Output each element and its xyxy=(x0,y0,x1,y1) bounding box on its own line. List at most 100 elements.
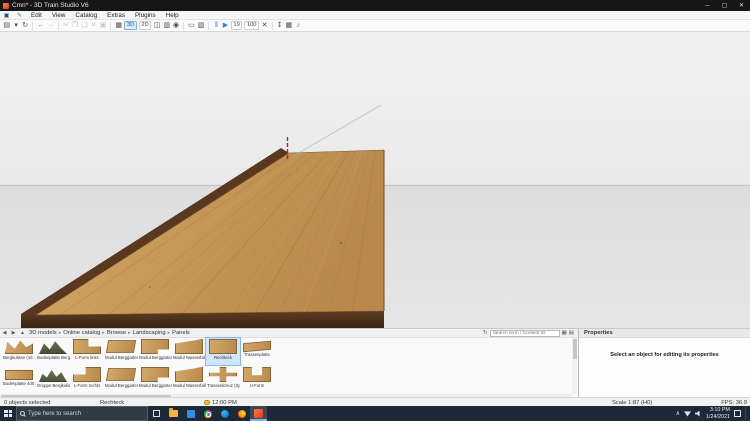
view-3d-button[interactable]: 3D xyxy=(124,21,137,30)
baseboard-3d-render[interactable] xyxy=(0,32,750,328)
breadcrumb-landscaping[interactable]: Landscaping xyxy=(131,330,168,336)
paste-button[interactable]: ❑ xyxy=(80,20,89,31)
catalog-item-label: Bergkulisse (16 ... xyxy=(3,355,36,360)
save-options-chevron-icon[interactable]: ▾ xyxy=(12,20,21,31)
catalog-item-thumbnail xyxy=(5,340,33,354)
catalog-item[interactable]: Modul Berggarten... xyxy=(104,338,138,365)
catalog-item[interactable]: U-Form xyxy=(240,366,274,393)
view-list-icon[interactable]: ▤ xyxy=(569,330,574,336)
properties-empty-message: Select an object for editing its propert… xyxy=(610,352,719,358)
menu-view[interactable]: View xyxy=(47,12,71,19)
catalog-item[interactable]: Gruppe Bergkulis... xyxy=(36,366,70,393)
catalog-refresh-icon[interactable]: ↻ xyxy=(483,330,488,336)
speed-low-button[interactable]: 19 xyxy=(230,21,243,30)
maximize-button[interactable]: ▢ xyxy=(716,0,733,11)
catalog-item-label: U-Form xyxy=(249,383,265,388)
minimize-button[interactable]: ─ xyxy=(699,0,716,11)
window-menu-icon[interactable]: ▣ xyxy=(0,12,13,19)
breadcrumb-3d-models[interactable]: 3D models xyxy=(27,330,59,336)
catalog-item-thumbnail xyxy=(175,367,203,382)
redo-button[interactable]: → xyxy=(46,20,56,31)
properties-header: Properties xyxy=(579,329,750,338)
catalog-row: Bodenplatte 400 x... Gruppe Bergkulis...… xyxy=(2,366,274,393)
catalog-vertical-scrollbar[interactable] xyxy=(572,338,577,394)
catalog-item[interactable]: Modul Wasserfall ... xyxy=(172,366,206,393)
catalog-item[interactable]: Modul Berggarten... xyxy=(138,366,172,393)
speed-high-button[interactable]: 100 xyxy=(244,21,260,30)
taskbar-chrome[interactable] xyxy=(199,406,216,421)
catalog-item[interactable]: Trassenkreuz (Spi... xyxy=(206,366,240,393)
tray-expand-caret-icon[interactable]: ∧ xyxy=(676,410,680,417)
task-view-button[interactable] xyxy=(148,406,165,421)
catalog-item-thumbnail xyxy=(243,367,271,382)
menu-edit[interactable]: Edit xyxy=(26,12,47,19)
catalog-item[interactable]: Modul Berggarten... xyxy=(138,338,172,365)
cut-button[interactable]: ✂ xyxy=(62,20,71,31)
catalog-item[interactable]: Bodenplatte Berg... xyxy=(36,338,70,365)
close-button[interactable]: ✕ xyxy=(733,0,750,11)
status-scale[interactable]: Scale 1:87 (H0) xyxy=(612,400,652,406)
volume-icon[interactable] xyxy=(695,410,700,417)
copy-button[interactable]: ❐ xyxy=(71,20,80,31)
view-grid-icon[interactable]: ▦ xyxy=(562,330,567,336)
catalog-item[interactable]: Trassenplatte xyxy=(240,338,274,365)
view-2d-button[interactable]: 2D xyxy=(138,21,152,30)
catalog-back-button[interactable]: ◀ xyxy=(0,330,9,336)
undo-button[interactable]: ← xyxy=(36,20,46,31)
system-tray: ∧ 3:10 PM 1/24/2021 xyxy=(676,406,750,421)
edit-pencil-icon[interactable]: ✎ xyxy=(13,12,26,19)
guide-line xyxy=(289,104,382,159)
catalog-search-input[interactable] xyxy=(489,329,560,337)
catalog-item[interactable]: Modul Berggarten... xyxy=(104,366,138,393)
window-titlebar: Cmn* - 3D Train Studio V6 ─ ▢ ✕ xyxy=(0,0,750,11)
download-button[interactable]: ↧ xyxy=(275,20,284,31)
3d-viewport[interactable] xyxy=(0,32,750,328)
grid-toggle-button[interactable]: ▦ xyxy=(114,20,124,31)
sound-button[interactable]: ♪ xyxy=(294,20,303,31)
catalog-item[interactable]: L-Form links xyxy=(70,338,104,365)
surface-button[interactable]: ▧ xyxy=(196,20,206,31)
notification-center-icon[interactable] xyxy=(734,410,741,417)
status-fps: FPS: 36.9 xyxy=(721,399,747,406)
layers-button[interactable]: ▥ xyxy=(162,20,172,31)
catalog-item[interactable]: Bergkulisse (16 ... xyxy=(2,338,36,365)
status-simulation-time[interactable]: 12:00 PM xyxy=(212,400,237,406)
catalog-header: ◀ ▶ ▲ 3D models ▸ Online catalog ▸ Brows… xyxy=(0,329,578,338)
network-icon[interactable] xyxy=(684,411,692,417)
split-view-button[interactable]: ◫ xyxy=(152,20,162,31)
play-button[interactable]: ▶ xyxy=(221,20,230,31)
catalog-forward-button[interactable]: ▶ xyxy=(9,330,18,336)
catalog-item[interactable]: Bodenplatte 400 x... xyxy=(2,366,36,393)
breadcrumb-panels[interactable]: Panels xyxy=(170,330,192,336)
breadcrumb-online-catalog[interactable]: Online catalog xyxy=(61,330,102,336)
page-layout-button[interactable]: ▭ xyxy=(187,20,197,31)
catalog-item[interactable]: Modul Wasserfall ... xyxy=(172,338,206,365)
catalog-up-button[interactable]: ▲ xyxy=(18,330,27,336)
menu-catalog[interactable]: Catalog xyxy=(70,12,102,19)
duplicate-button[interactable]: ▣ xyxy=(98,20,108,31)
start-button[interactable] xyxy=(0,406,16,421)
taskbar-file-explorer[interactable] xyxy=(165,406,182,421)
menu-extras[interactable]: Extras xyxy=(102,12,130,19)
breadcrumb-browse[interactable]: Browse xyxy=(105,330,128,336)
show-desktop-button[interactable] xyxy=(745,406,748,421)
taskbar-train-studio-active[interactable] xyxy=(250,406,267,421)
catalog-item-label: Modul Wasserfall ... xyxy=(173,355,206,360)
taskbar-store[interactable] xyxy=(182,406,199,421)
save-button[interactable]: ▤ xyxy=(2,20,12,31)
menu-help[interactable]: Help xyxy=(161,12,184,19)
task-view-icon xyxy=(153,410,160,417)
catalog-item-selected[interactable]: Rechteck xyxy=(205,337,241,366)
taskbar-edge[interactable] xyxy=(216,406,233,421)
catalog-item[interactable]: L-Form rechts xyxy=(70,366,104,393)
menu-plugins[interactable]: Plugins xyxy=(130,12,161,19)
pause-button[interactable]: ‖ xyxy=(212,20,221,31)
delete-button[interactable]: ✕ xyxy=(89,20,98,31)
taskbar-firefox[interactable] xyxy=(233,406,250,421)
refresh-button[interactable]: ↻ xyxy=(21,20,30,31)
stop-button[interactable]: ✕ xyxy=(260,20,269,31)
grid-2-button[interactable]: ▦ xyxy=(284,20,294,31)
camera-button[interactable]: ◉ xyxy=(172,20,181,31)
taskbar-clock[interactable]: 3:10 PM 1/24/2021 xyxy=(706,407,730,420)
taskbar-search-box[interactable]: Type here to search xyxy=(16,406,148,421)
